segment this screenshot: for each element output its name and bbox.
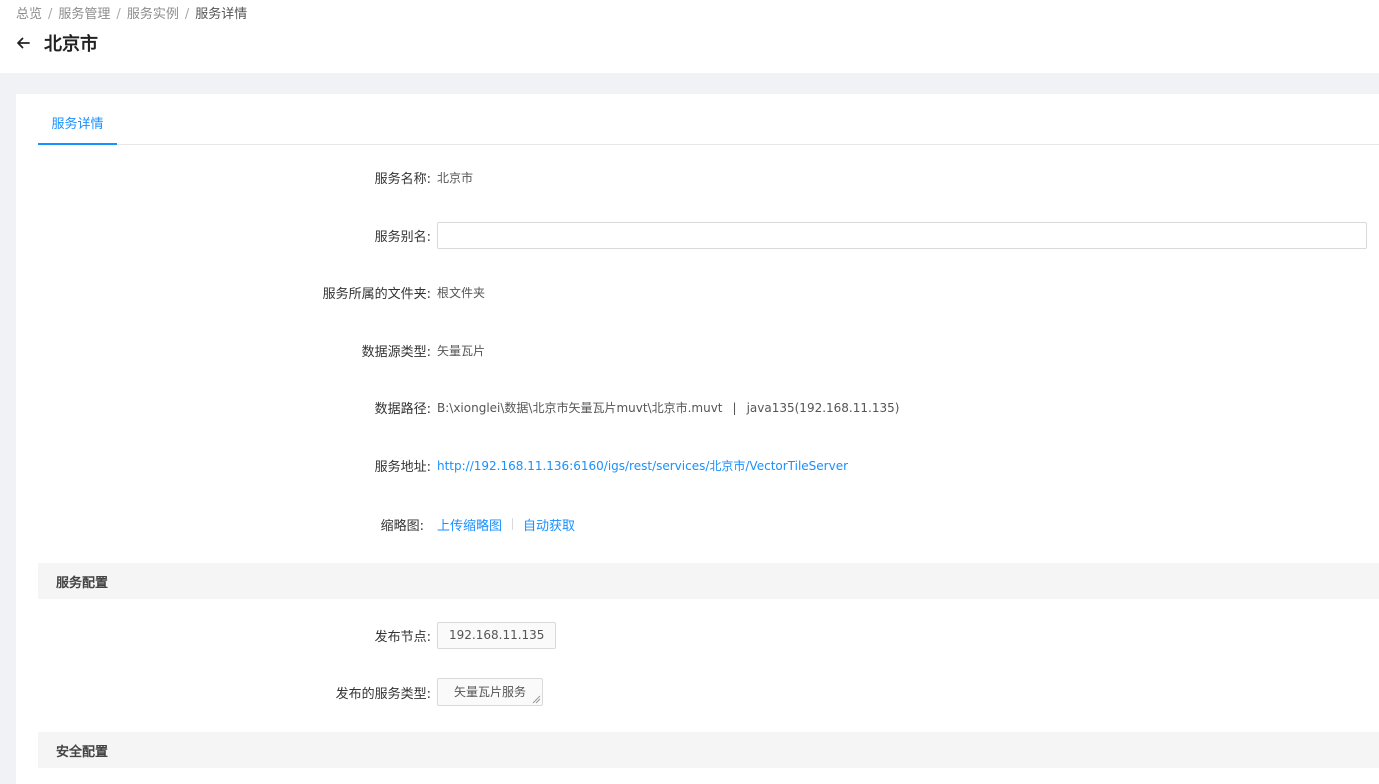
service-url-label: 服务地址: bbox=[374, 459, 431, 475]
publish-node-row: 发布节点: 192.168.11.135 bbox=[16, 620, 1379, 650]
data-path-pipe: | bbox=[732, 400, 737, 415]
service-config-title: 服务配置 bbox=[56, 576, 109, 591]
page-title: 北京市 bbox=[44, 34, 98, 55]
thumbnail-actions: 上传缩略图 自动获取 bbox=[437, 515, 575, 534]
security-config-title: 安全配置 bbox=[56, 745, 109, 760]
publish-node-label: 发布节点: bbox=[374, 629, 431, 645]
service-type-label: 发布的服务类型: bbox=[335, 686, 431, 702]
service-name-label: 服务名称: bbox=[374, 171, 431, 187]
service-alias-label: 服务别名: bbox=[374, 229, 431, 245]
thumbnail-divider bbox=[512, 518, 514, 530]
back-arrow-icon[interactable] bbox=[14, 34, 32, 52]
breadcrumb-overview[interactable]: 总览 bbox=[16, 7, 42, 22]
data-path-row: 数据路径: B:\xionglei\数据\北京市矢量瓦片muvt\北京市.muv… bbox=[16, 392, 1379, 422]
tab-bar: 服务详情 bbox=[38, 94, 1379, 145]
service-name-row: 服务名称: 北京市 bbox=[16, 162, 1379, 192]
breadcrumb-separator: / bbox=[116, 7, 121, 22]
title-row: 北京市 bbox=[14, 30, 98, 56]
service-type-value: 矢量瓦片服务 bbox=[454, 685, 527, 699]
datasource-type-value: 矢量瓦片 bbox=[437, 343, 486, 358]
service-alias-row: 服务别名: bbox=[16, 220, 1379, 250]
service-name-value: 北京市 bbox=[437, 170, 474, 185]
detail-card: 服务详情 服务名称: 北京市 服务别名: 服务所属的文件夹: 根文件夹 数据源类… bbox=[16, 94, 1379, 784]
datasource-type-row: 数据源类型: 矢量瓦片 bbox=[16, 335, 1379, 365]
service-url-wrap: http://192.168.11.136:6160/igs/rest/serv… bbox=[437, 457, 848, 474]
data-path-label: 数据路径: bbox=[374, 401, 431, 417]
security-config-section: 安全配置 bbox=[38, 732, 1379, 768]
breadcrumb: 总览 / 服务管理 / 服务实例 / 服务详情 bbox=[16, 3, 247, 22]
breadcrumb-service-instances[interactable]: 服务实例 bbox=[127, 7, 179, 22]
service-alias-input[interactable] bbox=[437, 221, 1367, 249]
service-type-row: 发布的服务类型: 矢量瓦片服务 bbox=[16, 677, 1379, 707]
service-type-select[interactable]: 矢量瓦片服务 bbox=[437, 678, 544, 706]
folder-value: 根文件夹 bbox=[437, 285, 486, 300]
data-path-text: B:\xionglei\数据\北京市矢量瓦片muvt\北京市.muvt bbox=[437, 400, 723, 415]
service-url-row: 服务地址: http://192.168.11.136:6160/igs/res… bbox=[16, 450, 1379, 480]
folder-row: 服务所属的文件夹: 根文件夹 bbox=[16, 277, 1379, 307]
breadcrumb-service-management[interactable]: 服务管理 bbox=[58, 7, 110, 22]
breadcrumb-separator: / bbox=[48, 7, 53, 22]
resize-handle-icon[interactable] bbox=[531, 694, 541, 704]
page-header: 总览 / 服务管理 / 服务实例 / 服务详情 北京市 bbox=[0, 0, 1379, 73]
breadcrumb-current: 服务详情 bbox=[195, 7, 248, 22]
thumbnail-row: 缩略图: 上传缩略图 自动获取 bbox=[16, 509, 1379, 539]
publish-node-value: 192.168.11.135 bbox=[437, 621, 557, 649]
data-path-node: java135(192.168.11.135) bbox=[746, 400, 900, 415]
folder-label: 服务所属的文件夹: bbox=[322, 286, 431, 302]
upload-thumbnail-link[interactable]: 上传缩略图 bbox=[437, 515, 502, 534]
data-path-value: B:\xionglei\数据\北京市矢量瓦片muvt\北京市.muvt | java… bbox=[437, 399, 899, 416]
datasource-type-label: 数据源类型: bbox=[361, 344, 431, 360]
breadcrumb-separator: / bbox=[184, 7, 190, 22]
auto-fetch-thumbnail-link[interactable]: 自动获取 bbox=[523, 515, 575, 534]
tab-service-details[interactable]: 服务详情 bbox=[38, 94, 117, 145]
service-config-section: 服务配置 bbox=[38, 563, 1379, 599]
thumbnail-label: 缩略图: bbox=[380, 518, 424, 534]
service-url-link[interactable]: http://192.168.11.136:6160/igs/rest/serv… bbox=[437, 459, 848, 473]
